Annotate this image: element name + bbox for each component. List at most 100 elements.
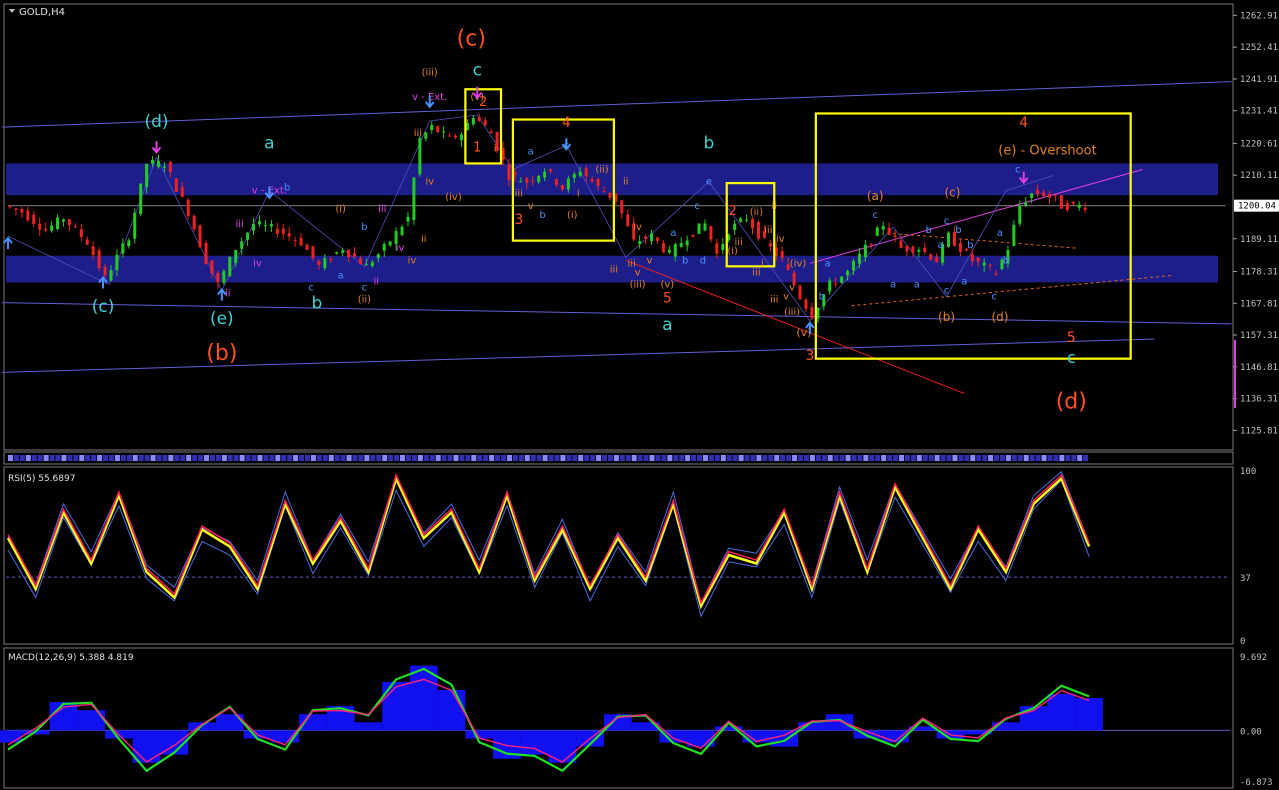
volume-strip-cell (940, 455, 946, 461)
candle-body (8, 205, 12, 208)
wave-label: ii (421, 234, 427, 245)
candle-body (382, 244, 386, 251)
wave-label: i (577, 189, 580, 200)
candle (174, 177, 178, 192)
volume-strip-cell (542, 455, 548, 461)
volume-strip-cell (400, 455, 406, 461)
volume-strip-cell (180, 455, 186, 461)
macd-histogram-bar (437, 689, 466, 731)
candle-body (887, 227, 891, 235)
candle-body (1012, 224, 1016, 246)
volume-strip-cell (334, 455, 340, 461)
wave-label: (b) (206, 341, 237, 366)
candle-body (61, 219, 65, 222)
candle-body (537, 175, 541, 182)
volume-strip-cell (590, 455, 596, 461)
volume-strip-cell (108, 455, 114, 461)
volume-strip-cell (352, 455, 358, 461)
volume-strip-cell (637, 455, 643, 461)
price-tick-label: 1262.91 (1240, 11, 1278, 21)
rsi-tick-label: 0 (1240, 637, 1245, 647)
volume-strip-cell (1059, 455, 1065, 461)
candle-body (893, 235, 897, 237)
macd-histogram-bar (77, 710, 106, 731)
volume-strip-cell (863, 455, 869, 461)
wave-label: ii (623, 177, 629, 188)
volume-strip-cell (1047, 455, 1053, 461)
wave-label: v (789, 283, 795, 294)
candle-body (917, 249, 921, 252)
volume-strip-cell (994, 455, 1000, 461)
candle-body (994, 273, 998, 275)
wave-label: (d) (991, 310, 1008, 324)
wave-label: iii (764, 225, 772, 236)
volume-strip-cell (287, 455, 293, 461)
macd-histogram-bar (382, 681, 410, 731)
candle (204, 240, 208, 265)
candle-body (483, 120, 487, 126)
candle-body (103, 266, 107, 276)
volume-strip-cell (305, 455, 310, 461)
volume-strip-cell (269, 455, 275, 461)
candle-body (400, 226, 404, 236)
candle-body (869, 243, 873, 245)
wave-label: iii (610, 264, 618, 275)
candle-body (121, 243, 125, 254)
volume-strip-cell (809, 455, 815, 461)
volume-strip-cell (762, 455, 768, 461)
wave-label: (b) (938, 310, 955, 324)
candle-body (157, 160, 160, 167)
volume-strip-cell (204, 455, 210, 461)
candle-body (1071, 201, 1075, 204)
volume-strip-cell (1029, 455, 1035, 461)
wave-label: iii (734, 237, 742, 248)
volume-strip-cell (999, 455, 1005, 461)
candle-body (608, 192, 612, 198)
volume-strip-cell (786, 455, 792, 461)
price-range-marker (1234, 340, 1236, 408)
candle-body (370, 262, 374, 267)
candle-body (442, 131, 446, 133)
candle-body (79, 229, 83, 237)
volume-strip-cell (643, 455, 649, 461)
wave-label: b (539, 210, 545, 221)
candle-body (127, 240, 131, 247)
wave-label: c (944, 286, 950, 297)
candle-body (364, 264, 368, 266)
candle-body (222, 271, 226, 283)
wave-label: (c) (92, 297, 115, 317)
candle-body (947, 232, 951, 247)
rsi-tick-label: 37 (1240, 574, 1251, 584)
wave-label: v (528, 201, 534, 212)
volume-strip-cell (37, 455, 43, 461)
volume-strip-cell (227, 455, 233, 461)
wave-label: b (361, 222, 367, 233)
candle-body (252, 223, 256, 231)
candle-body (50, 225, 54, 231)
volume-strip-cell (79, 455, 85, 461)
volume-strip-cell (916, 455, 922, 461)
candle-body (566, 178, 570, 190)
wave-label: a (825, 258, 831, 269)
candle-body (804, 299, 808, 309)
wave-label: (iii) (422, 68, 438, 79)
wave-label: (c) (944, 186, 960, 200)
candle (139, 183, 143, 217)
candle-body (549, 169, 553, 172)
volume-strip-cell (774, 455, 780, 461)
candle-body (335, 252, 339, 254)
wave-label: 3 (514, 212, 523, 228)
candle-body (228, 256, 232, 277)
candle-body (347, 249, 351, 258)
volume-strip-cell (881, 455, 887, 461)
volume-strip-cell (73, 455, 79, 461)
volume-strip-cell (613, 455, 619, 461)
wave-label: a (528, 146, 534, 157)
volume-strip-cell (649, 455, 655, 461)
candle-body (1018, 205, 1022, 224)
volume-strip-cell (13, 455, 19, 461)
volume-strip-cell (732, 455, 738, 461)
volume-strip-cell (239, 455, 245, 461)
candle-body (430, 124, 434, 131)
candle (418, 135, 422, 177)
